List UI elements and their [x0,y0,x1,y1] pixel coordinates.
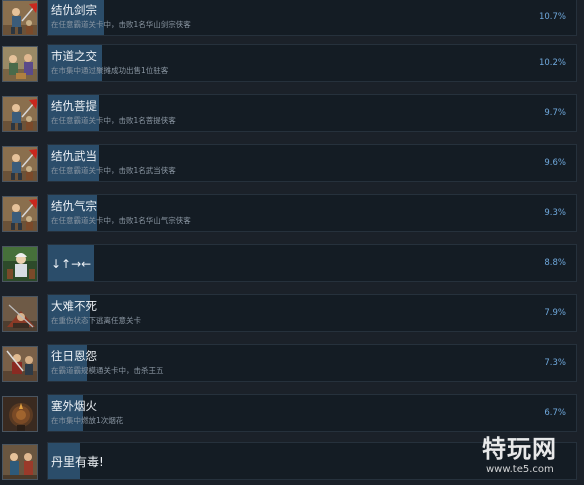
achievement-row: 结仇菩提在任意霸道关卡中，击败1名菩提侠客 9.7% [0,94,584,139]
achievement-row: 大难不死在重伤状态下逃离任意关卡 7.9% [0,294,584,339]
achievement-title: 塞外烟火 [51,399,97,413]
swordsman-icon [2,0,38,36]
achievement-title: ↓↑→← [51,257,92,271]
fallen-hero-icon [2,296,38,332]
achievement-description: 在任意霸道关卡中，击败1名菩提侠客 [51,116,176,125]
achievement-description: 在重伤状态下逃离任意关卡 [51,316,141,325]
achievement-description: 在霸道霸规模通关卡中，击杀王五 [51,366,164,375]
achievement-unlock-percent: 9.7% [544,108,566,118]
achievement-list: 结仇剑宗在任意霸道关卡中，击败1名华山剑宗侠客 10.7% 市道之交在市集中通过聚摊… [0,0,584,485]
achievement-progress-bar: 结仇菩提在任意霸道关卡中，击败1名菩提侠客 9.7% [47,94,577,132]
achievement-description: 在市集中燃放1次烟花 [51,416,124,425]
achievement-description: 在任意霸道关卡中，击败1名华山剑宗侠客 [51,20,191,29]
achievement-title: 大难不死 [51,299,97,313]
hero-portrait-icon [2,246,38,282]
swordsman-icon [2,146,38,182]
achievement-progress-bar: 往日恩怨在霸道霸规模通关卡中，击杀王五 7.3% [47,344,577,382]
watermark-brand: 特玩网 [482,435,557,463]
swordsman-icon [2,196,38,232]
firework-icon [2,396,38,432]
watermark-site: www.te5.com [486,464,554,475]
achievement-unlock-percent: 7.3% [544,358,566,368]
achievement-row: 塞外烟火在市集中燃放1次烟花 6.7% [0,394,584,439]
achievement-unlock-percent: 9.6% [544,158,566,168]
achievement-progress-bar: 大难不死在重伤状态下逃离任意关卡 7.9% [47,294,577,332]
achievement-row: 结仇武当在任意霸道关卡中，击败1名武当侠客 9.6% [0,144,584,189]
achievement-description: 在任意霸道关卡中，击败1名武当侠客 [51,166,176,175]
warrior-icon [2,346,38,382]
duo-portrait-icon [2,444,38,480]
achievement-row: ↓↑→← 8.8% [0,244,584,289]
achievement-unlock-percent: 10.7% [538,12,566,22]
achievement-row: 结仇剑宗在任意霸道关卡中，击败1名华山剑宗侠客 10.7% [0,0,584,43]
achievement-title: 结仇菩提 [51,99,97,113]
achievement-progress-bar: 结仇剑宗在任意霸道关卡中，击败1名华山剑宗侠客 10.7% [47,0,577,36]
achievement-progress-bar: 塞外烟火在市集中燃放1次烟花 6.7% [47,394,577,432]
achievement-title: 市道之交 [51,49,97,63]
achievement-title: 往日恩怨 [51,349,97,363]
achievement-progress-bar: 结仇武当在任意霸道关卡中，击败1名武当侠客 9.6% [47,144,577,182]
achievement-title: 结仇剑宗 [51,3,97,17]
achievement-title: 结仇气宗 [51,199,97,213]
merchant-icon [2,46,38,82]
achievement-unlock-percent: 6.7% [544,408,566,418]
achievement-progress-bar: 市道之交在市集中通过聚摊成功出售1位驻客 10.2% [47,44,577,82]
achievement-row: 往日恩怨在霸道霸规模通关卡中，击杀王五 7.3% [0,344,584,389]
achievement-progress-bar: 结仇气宗在任意霸道关卡中，击败1名华山气宗侠客 9.3% [47,194,577,232]
achievement-unlock-percent: 9.3% [544,208,566,218]
watermark: 特玩网 www.te5.com [482,435,582,483]
achievement-unlock-percent: 7.9% [544,308,566,318]
achievement-row: 结仇气宗在任意霸道关卡中，击败1名华山气宗侠客 9.3% [0,194,584,239]
achievement-progress-bar: ↓↑→← 8.8% [47,244,577,282]
achievement-description: 在任意霸道关卡中，击败1名华山气宗侠客 [51,216,191,225]
swordsman-icon [2,96,38,132]
achievement-row: 市道之交在市集中通过聚摊成功出售1位驻客 10.2% [0,44,584,89]
achievement-unlock-percent: 10.2% [538,58,566,68]
achievement-title: 丹里有毒! [51,455,104,469]
achievement-description: 在市集中通过聚摊成功出售1位驻客 [51,66,169,75]
achievement-unlock-percent: 8.8% [544,258,566,268]
achievement-title: 结仇武当 [51,149,97,163]
